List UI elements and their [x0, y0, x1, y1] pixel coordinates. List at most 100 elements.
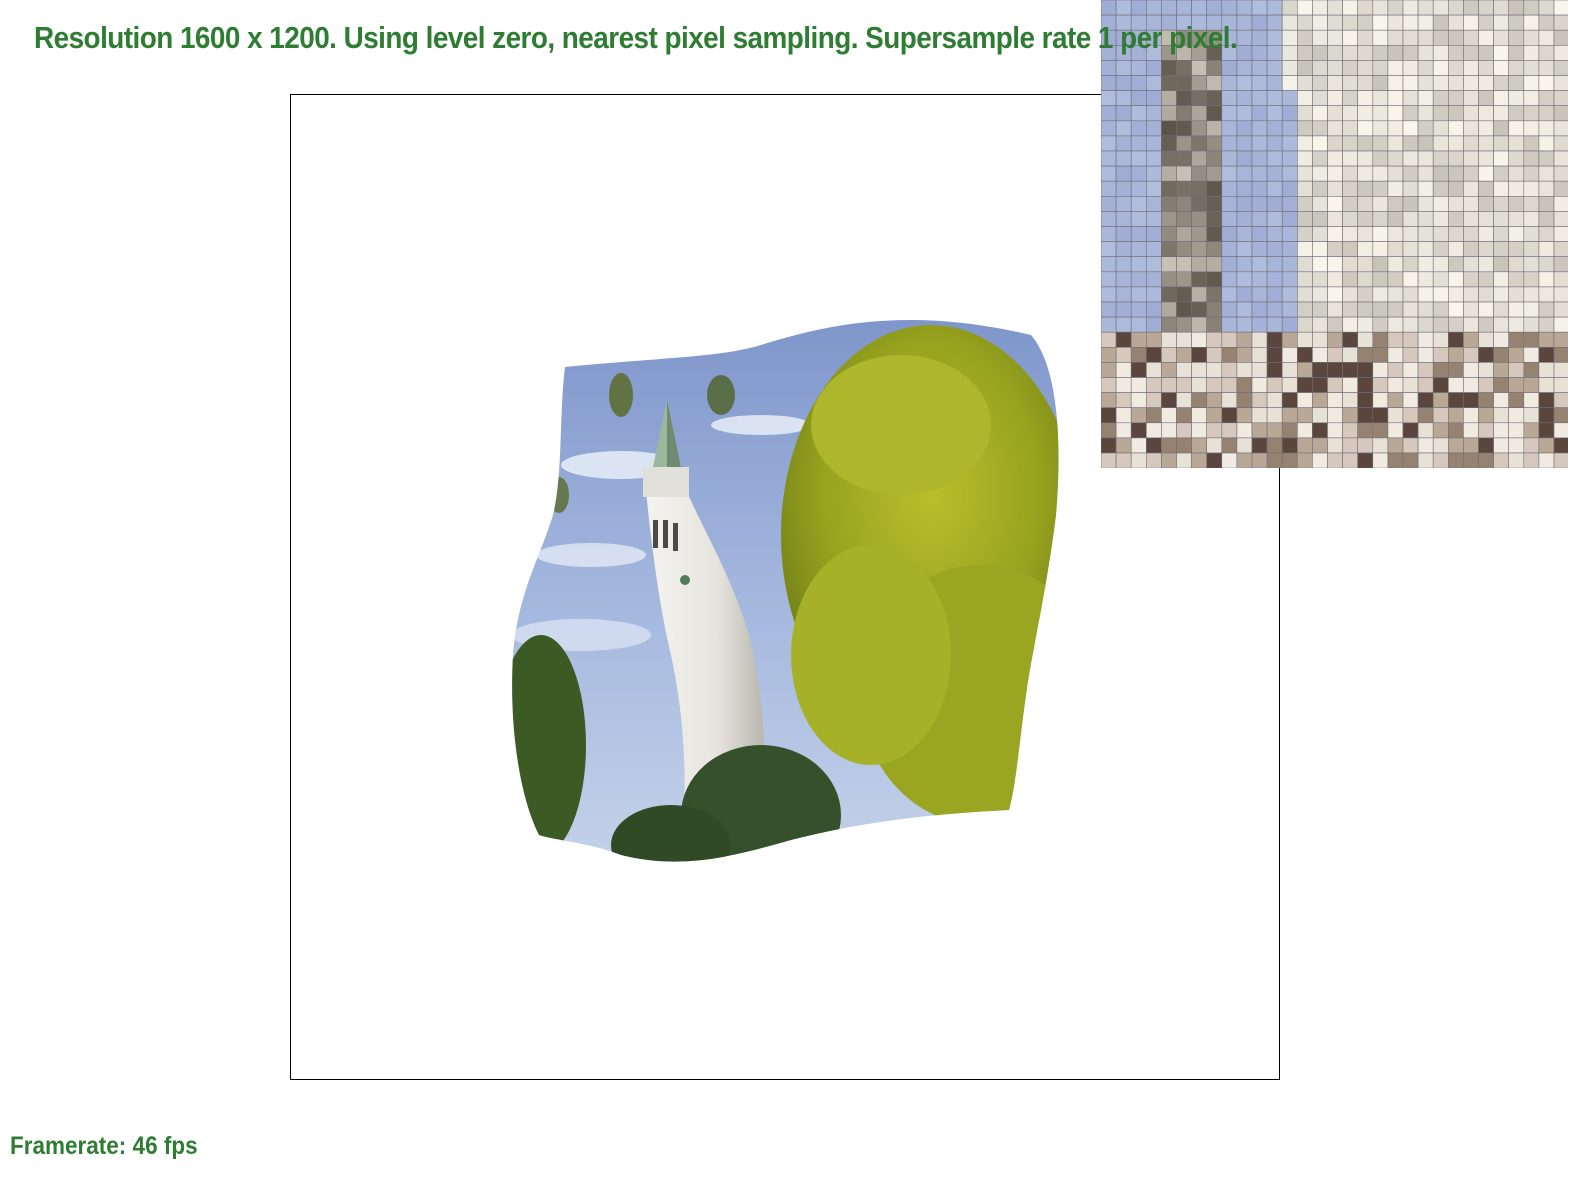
zoom-pixel-cell: [1251, 60, 1268, 76]
zoom-pixel-cell: [1342, 286, 1359, 303]
zoom-pixel-cell: [1161, 120, 1177, 137]
zoom-pixel-cell: [1221, 331, 1238, 348]
zoom-pixel-cell: [1312, 165, 1328, 182]
zoom-pixel-cell: [1176, 452, 1192, 468]
zoom-pixel-cell: [1115, 452, 1132, 468]
zoom-pixel-cell: [1251, 331, 1268, 348]
zoom-pixel-cell: [1478, 331, 1494, 348]
zoom-pixel-cell: [1312, 180, 1328, 197]
zoom-pixel-cell: [1130, 256, 1147, 273]
zoom-pixel-cell: [1327, 150, 1343, 167]
zoom-pixel-cell: [1297, 226, 1313, 242]
zoom-pixel-cell: [1493, 301, 1510, 318]
zoom-pixel-cell: [1538, 437, 1555, 454]
zoom-pixel-cell: [1447, 29, 1464, 46]
zoom-pixel-cell: [1221, 346, 1238, 363]
zoom-pixel-cell: [1161, 180, 1177, 197]
zoom-pixel-cell: [1327, 346, 1343, 363]
zoom-pixel-cell: [1191, 75, 1207, 91]
zoom-pixel-cell: [1402, 256, 1419, 273]
zoom-pixel-cell: [1342, 407, 1359, 424]
zoom-pixel-cell: [1342, 226, 1359, 242]
zoom-pixel-cell: [1236, 301, 1253, 318]
zoom-pixel-cell: [1101, 211, 1117, 227]
zoom-pixel-cell: [1463, 392, 1479, 409]
zoom-pixel-cell: [1342, 346, 1359, 363]
zoom-pixel-cell: [1145, 452, 1162, 468]
zoom-pixel-cell: [1432, 256, 1449, 273]
zoom-pixel-cell: [1206, 422, 1223, 439]
zoom-pixel-cell: [1101, 75, 1117, 91]
zoom-pixel-cell: [1523, 437, 1540, 454]
zoom-pixel-cell: [1538, 241, 1555, 258]
zoom-pixel-cell: [1161, 211, 1177, 227]
zoom-pixel-cell: [1236, 422, 1253, 439]
zoom-pixel-cell: [1327, 422, 1343, 439]
zoom-pixel-cell: [1327, 437, 1343, 454]
zoom-pixel-cell: [1417, 180, 1434, 197]
zoom-pixel-cell: [1372, 90, 1389, 106]
zoom-pixel-cell: [1342, 331, 1359, 348]
zoom-pixel-cell: [1266, 392, 1283, 409]
zoom-pixel-cell: [1251, 256, 1268, 273]
zoom-pixel-cell: [1523, 60, 1540, 76]
zoom-pixel-cell: [1161, 256, 1177, 273]
zoom-pixel-cell: [1161, 422, 1177, 439]
zoom-pixel-cell: [1508, 150, 1525, 167]
zoom-pixel-cell: [1312, 407, 1328, 424]
zoom-pixel-cell: [1161, 135, 1177, 152]
zoom-pixel-cell: [1130, 271, 1147, 288]
zoom-pixel-cell: [1372, 437, 1389, 454]
zoom-pixel-cell: [1478, 105, 1494, 122]
zoom-pixel-cell: [1538, 44, 1555, 61]
zoom-pixel-cell: [1493, 150, 1510, 167]
zoom-pixel-cell: [1508, 286, 1525, 303]
zoom-pixel-cell: [1281, 407, 1298, 424]
zoom-pixel-cell: [1402, 44, 1419, 61]
zoom-pixel-cell: [1372, 452, 1389, 468]
zoom-pixel-cell: [1145, 226, 1162, 242]
zoom-pixel-cell: [1417, 196, 1434, 212]
zoom-pixel-cell: [1327, 211, 1343, 227]
zoom-pixel-cell: [1221, 90, 1238, 106]
zoom-pixel-cell: [1297, 105, 1313, 122]
zoom-pixel-cell: [1176, 271, 1192, 288]
zoom-pixel-cell: [1402, 362, 1419, 378]
zoom-pixel-cell: [1493, 0, 1510, 16]
zoom-pixel-cell: [1206, 75, 1223, 91]
zoom-pixel-cell: [1191, 196, 1207, 212]
zoom-pixel-cell: [1266, 0, 1283, 16]
zoom-pixel-cell: [1266, 286, 1283, 303]
zoom-pixel-cell: [1176, 377, 1192, 393]
zoom-pixel-cell: [1161, 60, 1177, 76]
zoom-pixel-cell: [1145, 362, 1162, 378]
zoom-pixel-cell: [1478, 422, 1494, 439]
zoom-pixel-cell: [1191, 301, 1207, 318]
zoom-pixel-cell: [1297, 301, 1313, 318]
zoom-pixel-cell: [1176, 180, 1192, 197]
zoom-pixel-cell: [1387, 452, 1404, 468]
zoom-pixel-cell: [1432, 316, 1449, 333]
zoom-pixel-cell: [1523, 165, 1540, 182]
zoom-pixel-cell: [1251, 362, 1268, 378]
zoom-pixel-cell: [1206, 60, 1223, 76]
zoom-pixel-cell: [1553, 331, 1568, 348]
zoom-pixel-cell: [1432, 105, 1449, 122]
zoom-pixel-cell: [1176, 120, 1192, 137]
zoom-pixel-cell: [1342, 14, 1359, 31]
zoom-pixel-cell: [1508, 271, 1525, 288]
zoom-pixel-cell: [1553, 150, 1568, 167]
zoom-pixel-cell: [1297, 135, 1313, 152]
zoom-pixel-cell: [1463, 75, 1479, 91]
zoom-pixel-cell: [1402, 422, 1419, 439]
zoom-pixel-cell: [1463, 362, 1479, 378]
zoom-pixel-cell: [1101, 301, 1117, 318]
zoom-pixel-cell: [1493, 362, 1510, 378]
zoom-pixel-cell: [1553, 377, 1568, 393]
zoom-pixel-cell: [1432, 135, 1449, 152]
zoom-pixel-cell: [1553, 286, 1568, 303]
zoom-pixel-cell: [1281, 196, 1298, 212]
zoom-pixel-cell: [1191, 422, 1207, 439]
zoom-pixel-cell: [1115, 346, 1132, 363]
zoom-pixel-cell: [1357, 392, 1374, 409]
